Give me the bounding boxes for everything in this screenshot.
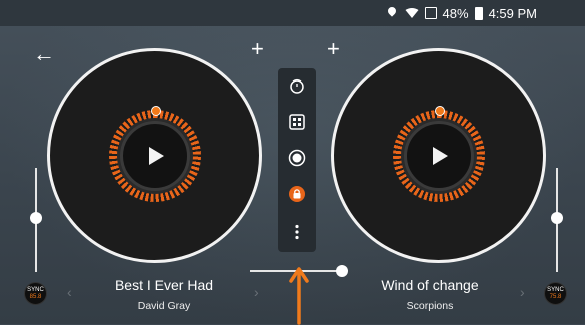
add-track-right-icon[interactable]: + <box>327 38 340 60</box>
deck-right-pitch-slider[interactable] <box>551 168 563 272</box>
deck-left-next-chevron-icon[interactable]: › <box>254 284 259 300</box>
grid-pads-icon[interactable] <box>283 108 311 136</box>
deck-left-pitch-knob[interactable] <box>30 212 42 224</box>
status-bar: 48% 4:59 PM <box>0 0 585 26</box>
battery-icon <box>474 6 483 20</box>
deck-right-track-info[interactable]: Wind of change Scorpions <box>330 277 530 312</box>
deck-right-sync-label: SYNC <box>547 286 564 293</box>
deck-right-cue-marker <box>434 105 445 116</box>
deck-left-play-icon[interactable] <box>148 146 164 165</box>
deck-right-pitch-knob[interactable] <box>551 212 563 224</box>
deck-right-sync-button[interactable]: SYNC 75.8 <box>544 282 567 305</box>
crossfader-knob[interactable] <box>336 265 348 277</box>
center-toolbar <box>278 68 316 252</box>
clock: 4:59 PM <box>488 5 537 21</box>
back-arrow-icon[interactable]: ← <box>33 43 55 65</box>
deck-left-sync-label: SYNC <box>27 286 44 293</box>
tomato-timer-icon[interactable] <box>283 72 311 100</box>
deck-right-platter[interactable] <box>331 48 546 263</box>
deck-right-track-artist: Scorpions <box>406 300 454 312</box>
deck-left-cue-marker <box>150 105 161 116</box>
deck-left-track-info[interactable]: Best I Ever Had David Gray <box>64 277 264 312</box>
deck-right-next-chevron-icon[interactable]: › <box>520 284 525 300</box>
sim-icon <box>424 7 437 19</box>
deck-right-track-title: Wind of change <box>381 277 479 293</box>
wifi-icon <box>405 8 419 18</box>
deck-left-sync-button[interactable]: SYNC 85.8 <box>24 282 47 305</box>
record-icon[interactable] <box>283 144 311 172</box>
deck-left-bpm: 85.8 <box>29 293 42 300</box>
deck-left-platter[interactable] <box>47 48 262 263</box>
lock-icon[interactable] <box>283 180 311 208</box>
deck-right-bpm: 75.8 <box>549 293 562 300</box>
battery-percent: 48% <box>442 5 469 21</box>
more-vertical-icon[interactable] <box>283 218 311 246</box>
deck-left-pitch-slider[interactable] <box>30 168 42 272</box>
deck-left-track-title: Best I Ever Had <box>114 277 214 293</box>
add-track-left-icon[interactable]: + <box>251 38 264 60</box>
location-icon <box>387 7 399 19</box>
deck-left-track-artist: David Gray <box>137 300 191 312</box>
arrow-up-icon <box>289 267 309 325</box>
deck-right-play-icon[interactable] <box>432 146 448 165</box>
